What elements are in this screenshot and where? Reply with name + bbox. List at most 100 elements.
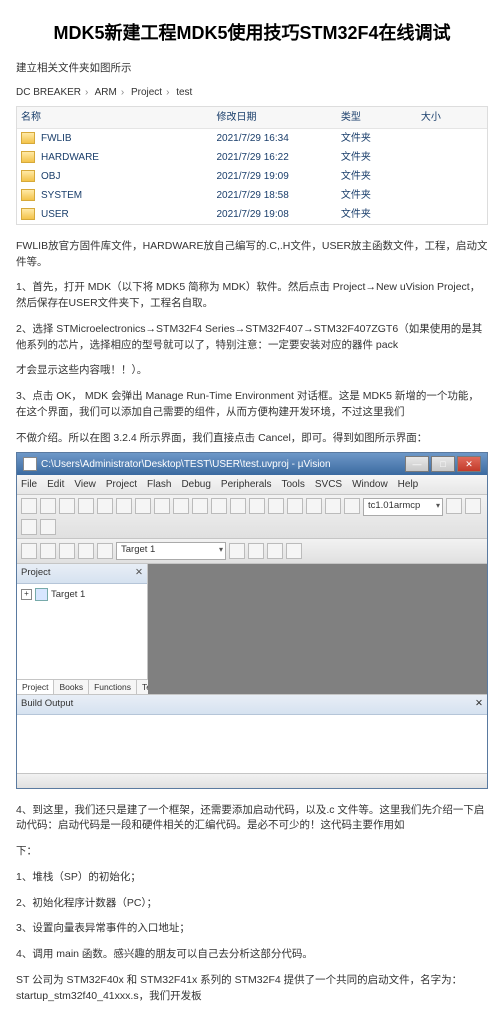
menu-help[interactable]: Help	[398, 477, 419, 492]
folder-row[interactable]: OBJ 2021/7/29 19:09 文件夹	[17, 167, 487, 186]
crumb: test	[176, 87, 192, 98]
menu-project[interactable]: Project	[106, 477, 137, 492]
toolbar-button[interactable]	[446, 498, 462, 514]
page-title: MDK5新建工程MDK5使用技巧STM32F4在线调试	[16, 20, 488, 47]
folder-row[interactable]: USER 2021/7/29 19:08 文件夹	[17, 205, 487, 224]
toolbar-button[interactable]	[40, 519, 56, 535]
project-pane-tabs: Project Books Functions Templates	[17, 679, 147, 695]
menu-window[interactable]: Window	[352, 477, 388, 492]
window-titlebar[interactable]: C:\Users\Administrator\Desktop\TEST\USER…	[17, 453, 487, 475]
folder-icon	[21, 132, 35, 144]
toolbar-button[interactable]	[135, 498, 151, 514]
col-header-date[interactable]: 修改日期	[216, 110, 340, 125]
folder-icon	[21, 208, 35, 220]
tree-root[interactable]: + Target 1	[21, 588, 143, 602]
toolbar-button[interactable]	[21, 519, 37, 535]
toolbar-button[interactable]	[286, 543, 302, 559]
toolbar-button[interactable]	[325, 498, 341, 514]
target-combo[interactable]: Target 1	[116, 542, 226, 560]
breadcrumb: DC BREAKER› ARM› Project› test	[16, 85, 488, 100]
paragraph-step2b: 才会显示这些内容哦！！）。	[16, 363, 488, 379]
toolbar-button[interactable]	[230, 498, 246, 514]
crumb: Project	[131, 87, 162, 98]
toolbar-button[interactable]	[154, 498, 170, 514]
menu-debug[interactable]: Debug	[181, 477, 210, 492]
close-button[interactable]: ✕	[457, 456, 481, 472]
folder-row[interactable]: FWLIB 2021/7/29 16:34 文件夹	[17, 129, 487, 148]
menu-peripherals[interactable]: Peripherals	[221, 477, 272, 492]
toolbar-button[interactable]	[267, 543, 283, 559]
toolbar-button[interactable]	[59, 543, 75, 559]
statusbar	[17, 773, 487, 788]
project-tree: + Target 1	[17, 584, 147, 679]
toolbar-button[interactable]	[21, 543, 37, 559]
menu-flash[interactable]: Flash	[147, 477, 171, 492]
toolchain-combo[interactable]: tc1.01armcp	[363, 498, 443, 516]
toolbar-button[interactable]	[248, 543, 264, 559]
folder-header: 名称 修改日期 类型 大小	[17, 107, 487, 129]
paragraph-step1: 1、首先，打开 MDK（以下将 MDK5 简称为 MDK）软件。然后点击 Pro…	[16, 280, 488, 312]
menu-file[interactable]: File	[21, 477, 37, 492]
menu-edit[interactable]: Edit	[47, 477, 64, 492]
col-header-size[interactable]: 大小	[421, 110, 483, 125]
list-item-3: 3、设置向量表异常事件的入口地址；	[16, 921, 488, 937]
toolbar-button[interactable]	[78, 543, 94, 559]
uvision-window: C:\Users\Administrator\Desktop\TEST\USER…	[16, 452, 488, 788]
editor-area	[148, 564, 487, 694]
pane-tab-functions[interactable]: Functions	[89, 680, 137, 695]
toolbar-button[interactable]	[116, 498, 132, 514]
pane-tab-project[interactable]: Project	[17, 680, 54, 695]
toolbar-build: Target 1	[17, 539, 487, 564]
menu-svcs[interactable]: SVCS	[315, 477, 342, 492]
toolbar-button[interactable]	[59, 498, 75, 514]
toolbar-button[interactable]	[78, 498, 94, 514]
pane-pin-icon[interactable]: ✕	[475, 697, 483, 711]
paragraph-step2: 2、选择 STMicroelectronics→STM32F4 Series→S…	[16, 322, 488, 354]
tree-toggle-icon[interactable]: +	[21, 589, 32, 600]
folder-listing: 名称 修改日期 类型 大小 FWLIB 2021/7/29 16:34 文件夹 …	[16, 106, 488, 225]
paragraph-st: ST 公司为 STM32F40x 和 STM32F41x 系列的 STM32F4…	[16, 973, 488, 1005]
folder-row[interactable]: SYSTEM 2021/7/29 18:58 文件夹	[17, 186, 487, 205]
output-body	[17, 715, 487, 773]
toolbar-button[interactable]	[344, 498, 360, 514]
intro-text: 建立相关文件夹如图所示	[16, 61, 488, 77]
list-item-2: 2、初始化程序计数器（PC）；	[16, 896, 488, 912]
app-icon	[23, 457, 37, 471]
toolbar-button[interactable]	[465, 498, 481, 514]
col-header-type[interactable]: 类型	[341, 110, 421, 125]
paragraph-step3b: 不做介绍。所以在图 3.2.4 所示界面，我们直接点击 Cancel，即可。得到…	[16, 431, 488, 447]
toolbar-button[interactable]	[287, 498, 303, 514]
tree-root-label: Target 1	[51, 588, 85, 602]
toolbar-button[interactable]	[97, 498, 113, 514]
toolbar-main: tc1.01armcp	[17, 495, 487, 539]
list-item-4: 4、调用 main 函数。感兴趣的朋友可以自己去分析这部分代码。	[16, 947, 488, 963]
menu-view[interactable]: View	[74, 477, 96, 492]
toolbar-button[interactable]	[21, 498, 37, 514]
toolbar-button[interactable]	[97, 543, 113, 559]
folder-icon	[21, 170, 35, 182]
toolbar-button[interactable]	[229, 543, 245, 559]
paragraph-step3: 3、点击 OK， MDK 会弹出 Manage Run-Time Environ…	[16, 389, 488, 421]
toolbar-button[interactable]	[306, 498, 322, 514]
folder-row[interactable]: HARDWARE 2021/7/29 16:22 文件夹	[17, 148, 487, 167]
list-item-1: 1、堆栈（SP）的初始化；	[16, 870, 488, 886]
toolbar-button[interactable]	[249, 498, 265, 514]
output-pane: Build Output ✕	[17, 694, 487, 772]
output-pane-title: Build Output ✕	[17, 695, 487, 714]
toolbar-button[interactable]	[173, 498, 189, 514]
folder-icon	[21, 151, 35, 163]
toolbar-button[interactable]	[192, 498, 208, 514]
menu-tools[interactable]: Tools	[282, 477, 305, 492]
toolbar-button[interactable]	[268, 498, 284, 514]
col-header-name[interactable]: 名称	[21, 110, 216, 125]
toolbar-button[interactable]	[40, 543, 56, 559]
pane-tab-books[interactable]: Books	[54, 680, 89, 695]
pane-pin-icon[interactable]: ✕	[135, 566, 143, 580]
project-pane: Project ✕ + Target 1 Project Books Funct…	[17, 564, 148, 694]
toolbar-button[interactable]	[40, 498, 56, 514]
maximize-button[interactable]: □	[431, 456, 455, 472]
minimize-button[interactable]: —	[405, 456, 429, 472]
crumb: DC BREAKER	[16, 87, 81, 98]
toolbar-button[interactable]	[211, 498, 227, 514]
folder-icon	[21, 189, 35, 201]
